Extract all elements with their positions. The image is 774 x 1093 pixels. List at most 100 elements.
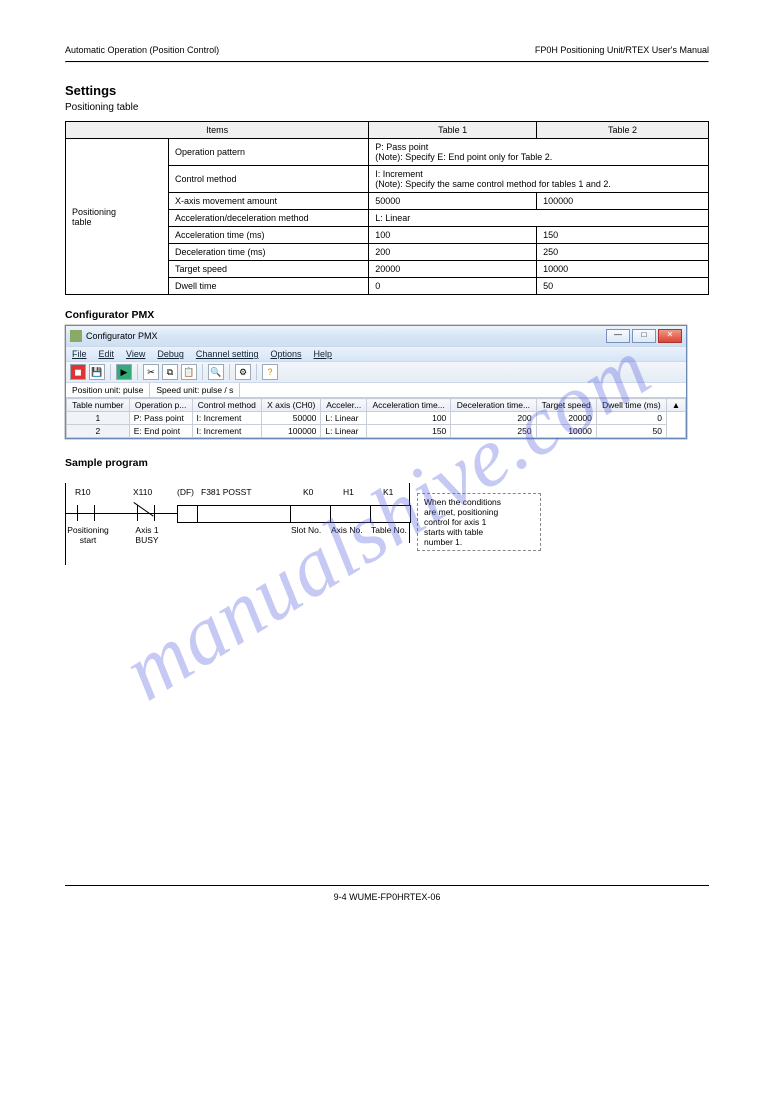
- grid-cell[interactable]: E: End point: [129, 425, 192, 438]
- spec-val: 200: [369, 244, 537, 261]
- lbl-r10-desc: Positioning start: [65, 525, 111, 545]
- settings-icon[interactable]: ⚙: [235, 364, 251, 380]
- data-grid[interactable]: Table number Operation p... Control meth…: [66, 398, 686, 438]
- help-icon[interactable]: ?: [262, 364, 278, 380]
- grid-hdr[interactable]: X axis (CH0): [262, 399, 321, 412]
- grid-row[interactable]: 1 P: Pass point I: Increment 50000 L: Li…: [67, 412, 686, 425]
- spec-val: 100000: [537, 193, 709, 210]
- grid-cell[interactable]: 50000: [262, 412, 321, 425]
- ladder-diagram: R10 Positioning start X110 Axis 1 BUSY (…: [65, 475, 545, 565]
- grid-cell[interactable]: 20000: [536, 412, 596, 425]
- grid-cell[interactable]: 1: [67, 412, 130, 425]
- footer: 9-4 WUME-FP0HRTEX-06: [65, 885, 709, 902]
- menu-options[interactable]: Options: [270, 349, 301, 359]
- grid-cell[interactable]: I: Increment: [192, 412, 262, 425]
- toolbar: ◼ 💾 ▶ ✂ ⧉ 📋 🔍 ⚙ ?: [66, 361, 686, 383]
- spec-val: 0: [369, 278, 537, 295]
- save-icon[interactable]: 💾: [89, 364, 105, 380]
- grid-hdr[interactable]: Deceleration time...: [451, 399, 536, 412]
- grid-scroll-hdr[interactable]: ▲: [667, 399, 686, 412]
- spec-item: Acceleration time (ms): [169, 227, 369, 244]
- spec-val: 50: [537, 278, 709, 295]
- hdr-left: Automatic Operation (Position Control): [65, 45, 219, 55]
- paste-icon[interactable]: 📋: [181, 364, 197, 380]
- sub-title: Configurator PMX: [65, 309, 709, 321]
- titlebar[interactable]: Configurator PMX — □ ✕: [66, 326, 686, 346]
- grid-cell[interactable]: L: Linear: [321, 412, 367, 425]
- run-icon[interactable]: ▶: [116, 364, 132, 380]
- spec-val: 250: [537, 244, 709, 261]
- grid-cell[interactable]: L: Linear: [321, 425, 367, 438]
- window-title: Configurator PMX: [86, 331, 158, 341]
- spec-hdr-t1: Table 1: [369, 122, 537, 139]
- grid-cell[interactable]: 100000: [262, 425, 321, 438]
- lbl-r10: R10: [75, 487, 91, 497]
- close-button[interactable]: ✕: [658, 329, 682, 343]
- grid-cell[interactable]: 150: [367, 425, 451, 438]
- section-intro: Positioning table: [65, 102, 709, 113]
- lbl-h1: H1: [343, 487, 354, 497]
- grid-hdr[interactable]: Control method: [192, 399, 262, 412]
- min-button[interactable]: —: [606, 329, 630, 343]
- cut-icon[interactable]: ✂: [143, 364, 159, 380]
- grid-hdr[interactable]: Acceleration time...: [367, 399, 451, 412]
- grid-cell[interactable]: 100: [367, 412, 451, 425]
- grid-cell[interactable]: 0: [596, 412, 666, 425]
- spec-val: 20000: [369, 261, 537, 278]
- contact-no-r10: [77, 505, 95, 521]
- hdr-right: FP0H Positioning Unit/RTEX User's Manual: [535, 45, 709, 55]
- grid-cell[interactable]: 200: [451, 412, 536, 425]
- grid-scroll[interactable]: [667, 412, 686, 438]
- new-icon[interactable]: ◼: [70, 364, 86, 380]
- grid-hdr[interactable]: Target speed: [536, 399, 596, 412]
- menu-file[interactable]: File: [72, 349, 87, 359]
- spec-item: Dwell time: [169, 278, 369, 295]
- lbl-table: Table No.: [371, 525, 407, 535]
- grid-cell[interactable]: 2: [67, 425, 130, 438]
- menu-help[interactable]: Help: [314, 349, 333, 359]
- copy-icon[interactable]: ⧉: [162, 364, 178, 380]
- spec-val: 50000: [369, 193, 537, 210]
- tb-sep: [256, 364, 257, 380]
- grid-cell[interactable]: 10000: [536, 425, 596, 438]
- menu-edit[interactable]: Edit: [99, 349, 115, 359]
- grid-hdr[interactable]: Acceler...: [321, 399, 367, 412]
- grid-cell[interactable]: I: Increment: [192, 425, 262, 438]
- lbl-instr: F381 POSST: [201, 487, 252, 497]
- spec-row-label: Positioning table: [66, 139, 169, 295]
- spec-item: Target speed: [169, 261, 369, 278]
- menu-view[interactable]: View: [126, 349, 145, 359]
- grid-cell[interactable]: P: Pass point: [129, 412, 192, 425]
- configurator-window: Configurator PMX — □ ✕ File Edit View De…: [65, 325, 687, 439]
- tb-sep: [202, 364, 203, 380]
- tb-sep: [110, 364, 111, 380]
- grid-hdr[interactable]: Table number: [67, 399, 130, 412]
- section-title: Settings: [65, 83, 709, 98]
- spec-hdr-t2: Table 2: [537, 122, 709, 139]
- spec-item: Control method: [169, 166, 369, 193]
- menu-channel[interactable]: Channel setting: [196, 349, 259, 359]
- unitbar: Position unit: pulse Speed unit: pulse /…: [66, 383, 686, 398]
- lbl-slot: Slot No.: [291, 525, 321, 535]
- find-icon[interactable]: 🔍: [208, 364, 224, 380]
- lbl-x110-desc: Axis 1 BUSY: [127, 525, 167, 545]
- grid-hdr[interactable]: Dwell time (ms): [596, 399, 666, 412]
- comment-box: When the conditions are met, positioning…: [417, 493, 541, 551]
- tb-sep: [137, 364, 138, 380]
- grid-row[interactable]: 2 E: End point I: Increment 100000 L: Li…: [67, 425, 686, 438]
- grid-cell[interactable]: 250: [451, 425, 536, 438]
- max-button[interactable]: □: [632, 329, 656, 343]
- pos-unit: Position unit: pulse: [66, 383, 150, 397]
- df-block: [177, 505, 199, 523]
- grid-cell[interactable]: 50: [596, 425, 666, 438]
- lbl-k1: K1: [383, 487, 393, 497]
- tb-sep: [229, 364, 230, 380]
- menu-debug[interactable]: Debug: [157, 349, 184, 359]
- spec-item: Deceleration time (ms): [169, 244, 369, 261]
- speed-unit: Speed unit: pulse / s: [150, 383, 240, 397]
- spec-desc: I: Increment (Note): Specify the same co…: [369, 166, 709, 193]
- grid-hdr[interactable]: Operation p...: [129, 399, 192, 412]
- lbl-k0: K0: [303, 487, 313, 497]
- spec-val: 10000: [537, 261, 709, 278]
- app-icon: [70, 330, 82, 342]
